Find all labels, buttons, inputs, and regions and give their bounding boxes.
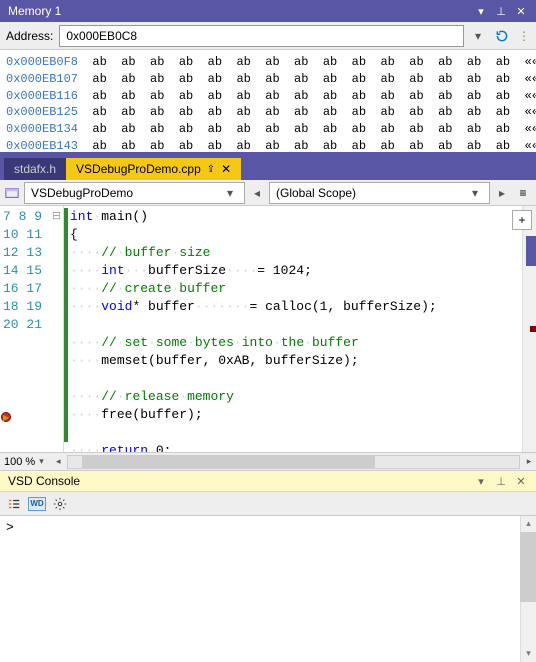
outline-margin[interactable]: ⊟ xyxy=(50,206,64,452)
vscroll-up-icon[interactable]: ▴ xyxy=(521,516,536,532)
vsd-toolbar: WD xyxy=(0,492,536,516)
editor-toolbar: VSDebugProDemo ▾ ◂ (Global Scope) ▾ ▸ ≡ xyxy=(0,180,536,206)
nav-back-icon[interactable]: ◂ xyxy=(249,186,265,200)
refresh-icon xyxy=(495,29,509,43)
hamburger-icon[interactable]: ≡ xyxy=(514,186,532,200)
tab-close-icon[interactable]: ✕ xyxy=(221,162,231,176)
zoom-level[interactable]: 100 % xyxy=(0,456,39,468)
vsd-prompt: > xyxy=(6,520,14,535)
memory-pane-header: Memory 1 ▾ ⊥ ✕ xyxy=(0,0,536,22)
vsd-console-body[interactable]: > ▴ ▾ xyxy=(0,516,536,662)
horizontal-scrollbar[interactable] xyxy=(67,455,520,469)
vsd-close-icon[interactable]: ✕ xyxy=(514,474,528,488)
project-icon xyxy=(4,185,20,201)
gear-icon[interactable] xyxy=(52,496,68,512)
code-editor[interactable]: ▶ 7 8 9 10 11 12 13 14 15 16 17 18 19 20… xyxy=(0,206,536,452)
memory-toolbar: Address: ▾ ⋮ xyxy=(0,22,536,50)
scope-dropdown-text: (Global Scope) xyxy=(276,186,356,200)
word-wrap-icon[interactable]: WD xyxy=(28,497,46,511)
memory-hexdump[interactable]: 0x000EB0F8 ab ab ab ab ab ab ab ab ab ab… xyxy=(0,50,536,152)
tab-vsdebugprodemo[interactable]: VSDebugProDemo.cpp ⇪ ✕ xyxy=(66,158,241,180)
hscroll-left-icon[interactable]: ◂ xyxy=(51,456,65,467)
scrollmap-breakpoint-mark xyxy=(530,326,536,332)
split-button[interactable]: + xyxy=(512,210,532,230)
hscroll-thumb[interactable] xyxy=(82,456,375,468)
editor-tabstrip: stdafx.h VSDebugProDemo.cpp ⇪ ✕ xyxy=(0,152,536,180)
memory-overflow-indicator: ⋮ xyxy=(518,29,530,43)
tab-label: stdafx.h xyxy=(14,162,56,176)
editor-statusbar: 100 % ▾ ◂ ▸ xyxy=(0,452,536,470)
scroll-map[interactable] xyxy=(522,206,536,452)
tab-label: VSDebugProDemo.cpp xyxy=(76,162,201,176)
code-body[interactable]: int·main() { ····//·buffer·size ····int·… xyxy=(68,206,522,452)
memory-dropdown-icon[interactable]: ▾ xyxy=(474,4,488,18)
address-input[interactable] xyxy=(59,25,464,47)
project-dropdown-text: VSDebugProDemo xyxy=(31,186,133,200)
vscroll-thumb[interactable] xyxy=(520,532,536,602)
zoom-dropdown-icon[interactable]: ▾ xyxy=(39,456,51,467)
vsd-console-header: VSD Console ▾ ⊥ ✕ xyxy=(0,470,536,492)
vsd-pin-icon[interactable]: ⊥ xyxy=(494,474,508,488)
vsd-console-title: VSD Console xyxy=(8,474,80,488)
chevron-down-icon: ▾ xyxy=(467,186,483,200)
line-number-gutter: 7 8 9 10 11 12 13 14 15 16 17 18 19 20 2… xyxy=(0,206,50,452)
address-label: Address: xyxy=(6,29,53,43)
refresh-button[interactable] xyxy=(492,26,512,46)
memory-pin-icon[interactable]: ⊥ xyxy=(494,4,508,18)
memory-pane-title: Memory 1 xyxy=(8,4,61,18)
chevron-down-icon: ▾ xyxy=(222,186,238,200)
memory-close-icon[interactable]: ✕ xyxy=(514,4,528,18)
task-list-icon[interactable] xyxy=(6,496,22,512)
project-dropdown[interactable]: VSDebugProDemo ▾ xyxy=(24,182,245,204)
tab-pin-icon[interactable]: ⇪ xyxy=(207,164,215,175)
vscroll-down-icon[interactable]: ▾ xyxy=(521,646,536,662)
scope-dropdown[interactable]: (Global Scope) ▾ xyxy=(269,182,490,204)
tab-stdafx[interactable]: stdafx.h xyxy=(4,158,66,180)
nav-forward-icon[interactable]: ▸ xyxy=(494,186,510,200)
scrollmap-viewport xyxy=(526,236,536,266)
vsd-dropdown-icon[interactable]: ▾ xyxy=(474,474,488,488)
address-dropdown-icon[interactable]: ▾ xyxy=(470,29,486,43)
vsd-vertical-scrollbar[interactable]: ▴ ▾ xyxy=(520,516,536,662)
hscroll-right-icon[interactable]: ▸ xyxy=(522,456,536,467)
